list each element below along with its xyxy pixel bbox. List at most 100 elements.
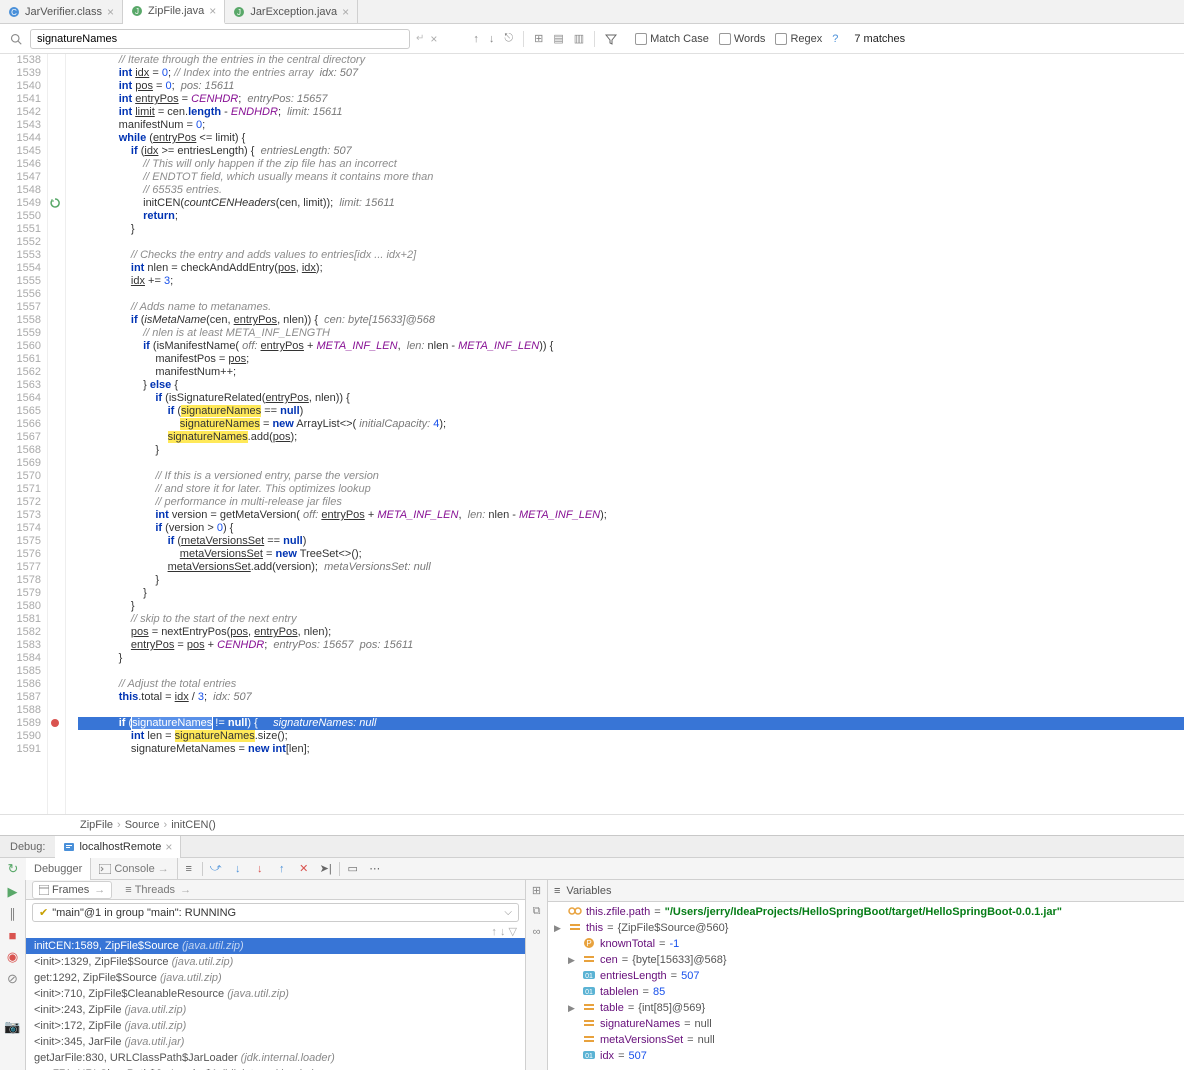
code-line[interactable]: metaVersionsSet = new TreeSet<>(); [78, 548, 1184, 561]
variable-row[interactable]: signatureNames = null [548, 1016, 1184, 1032]
code-line[interactable]: } else { [78, 379, 1184, 392]
code-line[interactable]: this.total = idx / 3; idx: 507 [78, 691, 1184, 704]
editor-tab[interactable]: JJarException.java× [225, 0, 358, 23]
filter-icon[interactable]: ▤ [553, 32, 563, 45]
stack-frame[interactable]: <init>:1329, ZipFile$Source (java.util.z… [26, 954, 525, 970]
code-area[interactable]: // Iterate through the entries in the ce… [78, 54, 1184, 814]
filter-frames-icon[interactable]: ▽ [509, 926, 517, 938]
code-line[interactable]: } [78, 587, 1184, 600]
variable-row[interactable]: ▶this = {ZipFile$Source@560} [548, 920, 1184, 936]
force-step-into-icon[interactable]: ↓ [249, 858, 271, 880]
help-icon[interactable]: ? [832, 33, 838, 45]
code-line[interactable]: int limit = cen.length - ENDHDR; limit: … [78, 106, 1184, 119]
step-into-icon[interactable]: ↓ [227, 858, 249, 880]
code-line[interactable]: } [78, 652, 1184, 665]
code-line[interactable]: signatureMetaNames = new int[len]; [78, 743, 1184, 756]
editor-tab[interactable]: JZipFile.java× [123, 0, 225, 24]
camera-icon[interactable]: 📷 [4, 1019, 20, 1035]
code-line[interactable]: int idx = 0; // Index into the entries a… [78, 67, 1184, 80]
code-line[interactable]: if (isManifestName( off: entryPos + META… [78, 340, 1184, 353]
code-line[interactable]: signatureNames.add(pos); [78, 431, 1184, 444]
code-line[interactable]: entryPos = pos + CENHDR; entryPos: 15657… [78, 639, 1184, 652]
more-icon[interactable]: ⋯ [364, 858, 386, 880]
breakpoint-gutter[interactable] [48, 54, 66, 814]
code-line[interactable]: } [78, 223, 1184, 236]
code-line[interactable] [78, 457, 1184, 470]
funnel-icon[interactable] [605, 33, 617, 45]
code-line[interactable]: // This will only happen if the zip file… [78, 158, 1184, 171]
code-line[interactable]: // nlen is at least META_INF_LENGTH [78, 327, 1184, 340]
rerun-icon[interactable]: ↻ [8, 861, 19, 877]
code-line[interactable]: // and store it for later. This optimize… [78, 483, 1184, 496]
code-editor[interactable]: 1538153915401541154215431544154515461547… [0, 54, 1184, 814]
variable-row[interactable]: metaVersionsSet = null [548, 1032, 1184, 1048]
code-line[interactable]: idx += 3; [78, 275, 1184, 288]
code-line[interactable]: if (signatureNames == null) [78, 405, 1184, 418]
code-line[interactable]: int pos = 0; pos: 15611 [78, 80, 1184, 93]
drop-frame-icon[interactable]: ✕ [293, 858, 315, 880]
code-line[interactable]: if (version > 0) { [78, 522, 1184, 535]
threads-tab[interactable]: ≡Threads→ [118, 881, 198, 899]
code-line[interactable]: return; [78, 210, 1184, 223]
next-match-icon[interactable]: ↓ [489, 33, 495, 45]
close-tab-icon[interactable]: × [209, 4, 216, 18]
prev-frame-icon[interactable]: ↑ [491, 926, 497, 938]
stop-icon[interactable]: ■ [9, 928, 17, 943]
stack-frame[interactable]: <init>:172, ZipFile (java.util.zip) [26, 1018, 525, 1034]
call-stack[interactable]: initCEN:1589, ZipFile$Source (java.util.… [26, 938, 525, 1070]
code-line[interactable]: // skip to the start of the next entry [78, 613, 1184, 626]
code-line[interactable]: if (signatureNames != null) { signatureN… [78, 717, 1184, 730]
copy-icon[interactable]: ⧉ [533, 905, 541, 918]
editor-tab[interactable]: CJarVerifier.class× [0, 0, 123, 23]
pause-icon[interactable]: ∥ [9, 906, 16, 922]
close-icon[interactable]: × [165, 840, 172, 854]
code-line[interactable]: // Adjust the total entries [78, 678, 1184, 691]
code-line[interactable]: metaVersionsSet.add(version); metaVersio… [78, 561, 1184, 574]
thread-selector[interactable]: ✔"main"@1 in group "main": RUNNING ⌵ [32, 903, 519, 922]
code-line[interactable]: int version = getMetaVersion( off: entry… [78, 509, 1184, 522]
next-frame-icon[interactable]: ↓ [500, 926, 506, 938]
variable-row[interactable]: 01idx = 507 [548, 1048, 1184, 1064]
view-breakpoints-icon[interactable]: ◉ [7, 949, 18, 965]
code-line[interactable]: initCEN(countCENHeaders(cen, limit)); li… [78, 197, 1184, 210]
debugger-subtab[interactable]: Debugger [26, 858, 91, 880]
code-line[interactable]: // ENDTOT field, which usually means it … [78, 171, 1184, 184]
frames-tab[interactable]: Frames→ [32, 881, 112, 899]
code-line[interactable]: // Iterate through the entries in the ce… [78, 54, 1184, 67]
code-line[interactable] [78, 288, 1184, 301]
code-line[interactable]: // If this is a versioned entry, parse t… [78, 470, 1184, 483]
code-line[interactable]: pos = nextEntryPos(pos, entryPos, nlen); [78, 626, 1184, 639]
code-line[interactable]: } [78, 600, 1184, 613]
link-icon[interactable]: ∞ [533, 926, 541, 938]
search-option[interactable]: Words [719, 33, 766, 45]
step-out-icon[interactable]: ↑ [271, 858, 293, 880]
variable-row[interactable]: 01tablelen = 85 [548, 984, 1184, 1000]
code-line[interactable]: if (idx >= entriesLength) { entriesLengt… [78, 145, 1184, 158]
stack-frame[interactable]: initCEN:1589, ZipFile$Source (java.util.… [26, 938, 525, 954]
variable-row[interactable]: ▶table = {int[85]@569} [548, 1000, 1184, 1016]
mute-breakpoints-icon[interactable]: ⊘ [7, 971, 18, 987]
close-search-icon[interactable]: × [430, 32, 437, 46]
run-to-cursor-icon[interactable]: ➤| [315, 858, 337, 880]
stack-frame[interactable]: get:1292, ZipFile$Source (java.util.zip) [26, 970, 525, 986]
code-line[interactable]: // Checks the entry and adds values to e… [78, 249, 1184, 262]
variable-row[interactable]: this.zfile.path = "/Users/jerry/IdeaProj… [548, 904, 1184, 920]
fold-gutter[interactable] [66, 54, 78, 814]
run-config-tab[interactable]: localhostRemote × [55, 836, 181, 858]
evaluate-icon[interactable]: ▭ [342, 858, 364, 880]
stack-frame[interactable]: getJarFile:830, URLClassPath$JarLoader (… [26, 1050, 525, 1066]
code-line[interactable]: while (entryPos <= limit) { [78, 132, 1184, 145]
code-line[interactable]: if (isMetaName(cen, entryPos, nlen)) { c… [78, 314, 1184, 327]
code-line[interactable]: int entryPos = CENHDR; entryPos: 15657 [78, 93, 1184, 106]
code-line[interactable]: } [78, 444, 1184, 457]
code-line[interactable]: signatureNames = new ArrayList<>( initia… [78, 418, 1184, 431]
stack-frame[interactable]: <init>:345, JarFile (java.util.jar) [26, 1034, 525, 1050]
code-line[interactable]: if (isSignatureRelated(entryPos, nlen)) … [78, 392, 1184, 405]
code-line[interactable] [78, 665, 1184, 678]
code-line[interactable]: int len = signatureNames.size(); [78, 730, 1184, 743]
filter2-icon[interactable]: ▥ [574, 32, 584, 45]
prev-match-icon[interactable]: ↑ [473, 33, 479, 45]
settings-icon[interactable]: ≡ [178, 858, 200, 880]
select-all-icon[interactable]: ⎋ [504, 32, 513, 45]
search-option[interactable]: Regex [775, 33, 822, 45]
